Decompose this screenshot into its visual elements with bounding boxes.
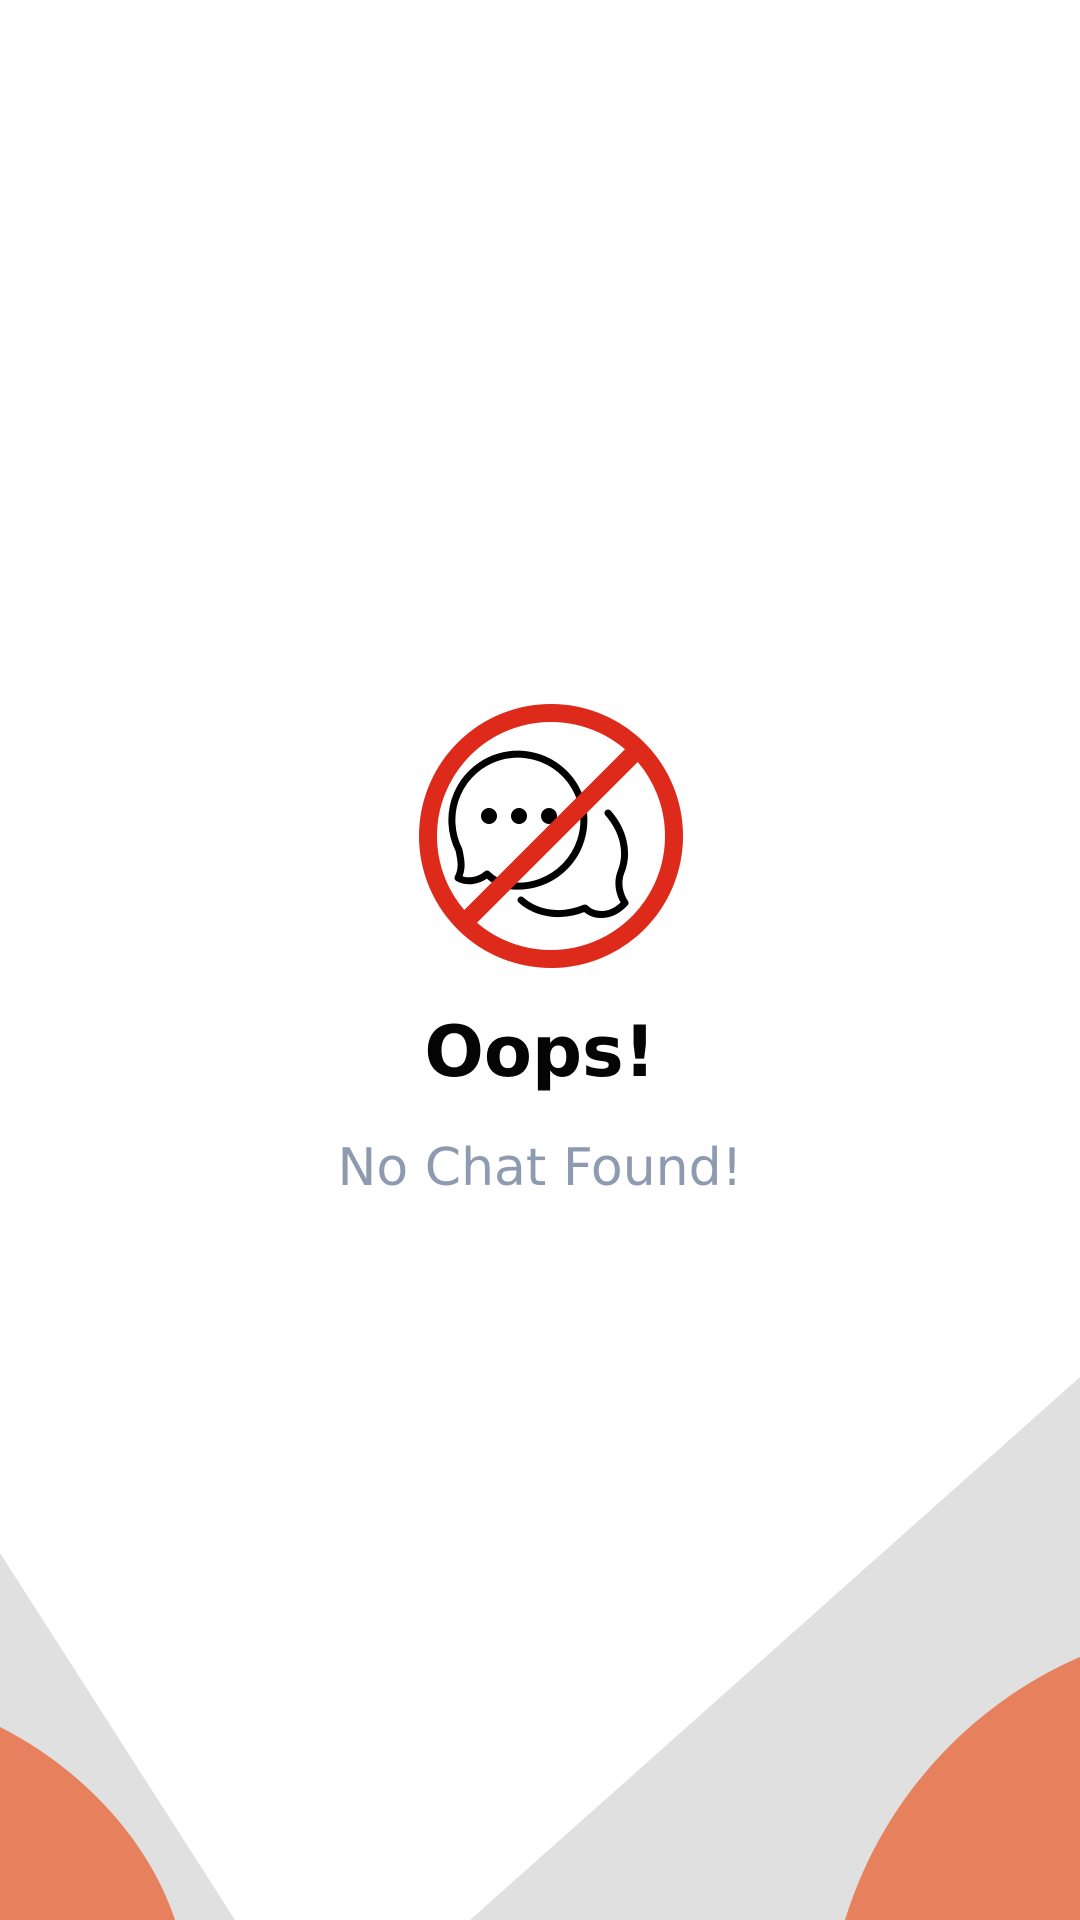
bubble-right-lower — [517, 896, 629, 918]
empty-title: Oops! — [424, 1011, 656, 1093]
empty-state-screen: Oops! No Chat Found! — [0, 0, 1080, 1920]
dot-1 — [481, 808, 497, 824]
no-chat-icon — [419, 704, 683, 968]
prohibit-slash — [458, 743, 644, 929]
empty-message: No Chat Found! — [337, 1138, 743, 1198]
dot-2 — [511, 808, 527, 824]
bubble-right-upper — [604, 809, 629, 907]
